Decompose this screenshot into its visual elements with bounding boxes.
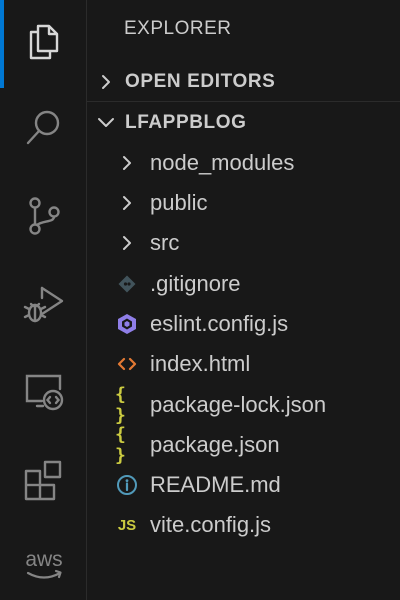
file-name: .gitignore (150, 271, 241, 296)
file-name: eslint.config.js (150, 311, 289, 336)
chevron-down-icon (87, 115, 125, 131)
vscode-window: aws EXPLORER OPEN EDITORS LFAPPBLOG node… (0, 0, 400, 600)
tree-file[interactable]: README.md (87, 465, 400, 505)
tree-file[interactable]: eslint.config.js (87, 304, 400, 344)
tree-file[interactable]: .gitignore (87, 264, 400, 304)
section-divider (87, 101, 400, 102)
folder-name: node_modules (150, 150, 295, 175)
project-header[interactable]: LFAPPBLOG (87, 104, 400, 142)
tree-file[interactable]: { } package.json (87, 424, 400, 466)
file-name: package-lock.json (150, 392, 327, 417)
file-name: vite.config.js (150, 512, 272, 537)
chevron-right-icon (87, 74, 125, 90)
tree-folder[interactable]: node_modules (87, 143, 400, 183)
tree-folder[interactable]: public (87, 183, 400, 223)
tree-file[interactable]: index.html (87, 344, 400, 384)
activity-bar: aws (0, 0, 87, 600)
files-icon (29, 24, 58, 60)
activity-aws[interactable]: aws (0, 526, 87, 600)
info-icon (115, 473, 139, 497)
tree-folder[interactable]: src (87, 223, 400, 263)
search-icon (26, 110, 59, 145)
folder-name: public (150, 190, 208, 215)
file-name: index.html (150, 351, 251, 376)
file-name: package.json (150, 432, 280, 457)
eslint-icon (115, 312, 139, 336)
folder-name: src (150, 230, 180, 255)
tree-file[interactable]: { } package-lock.json (87, 384, 400, 426)
run-debug-icon (23, 286, 63, 323)
open-editors-header[interactable]: OPEN EDITORS (87, 63, 400, 101)
activity-search[interactable] (0, 88, 87, 168)
source-control-icon (28, 197, 60, 235)
activity-run-debug[interactable] (0, 264, 87, 344)
remote-explorer-icon (25, 374, 63, 411)
chevron-right-icon (115, 191, 139, 215)
activity-extensions[interactable] (0, 440, 87, 520)
html-icon (115, 352, 139, 376)
open-editors-label: OPEN EDITORS (125, 71, 276, 92)
activity-source-control[interactable] (0, 176, 87, 256)
tree-file[interactable]: JS vite.config.js (87, 505, 400, 545)
js-icon: JS (117, 516, 137, 534)
aws-icon: aws (25, 548, 62, 579)
extensions-icon (24, 460, 61, 501)
project-label: LFAPPBLOG (125, 112, 247, 133)
json-icon: { } (115, 384, 126, 426)
chevron-right-icon (115, 231, 139, 255)
explorer-sidebar: EXPLORER OPEN EDITORS LFAPPBLOG node_mod… (87, 0, 400, 600)
git-icon (115, 272, 139, 296)
chevron-right-icon (115, 151, 139, 175)
file-name: README.md (150, 472, 281, 497)
aws-label: aws (25, 548, 62, 571)
activity-remote-explorer[interactable] (0, 352, 87, 432)
activity-explorer[interactable] (0, 0, 87, 88)
explorer-title: EXPLORER (124, 18, 232, 39)
json-icon: { } (115, 424, 126, 466)
